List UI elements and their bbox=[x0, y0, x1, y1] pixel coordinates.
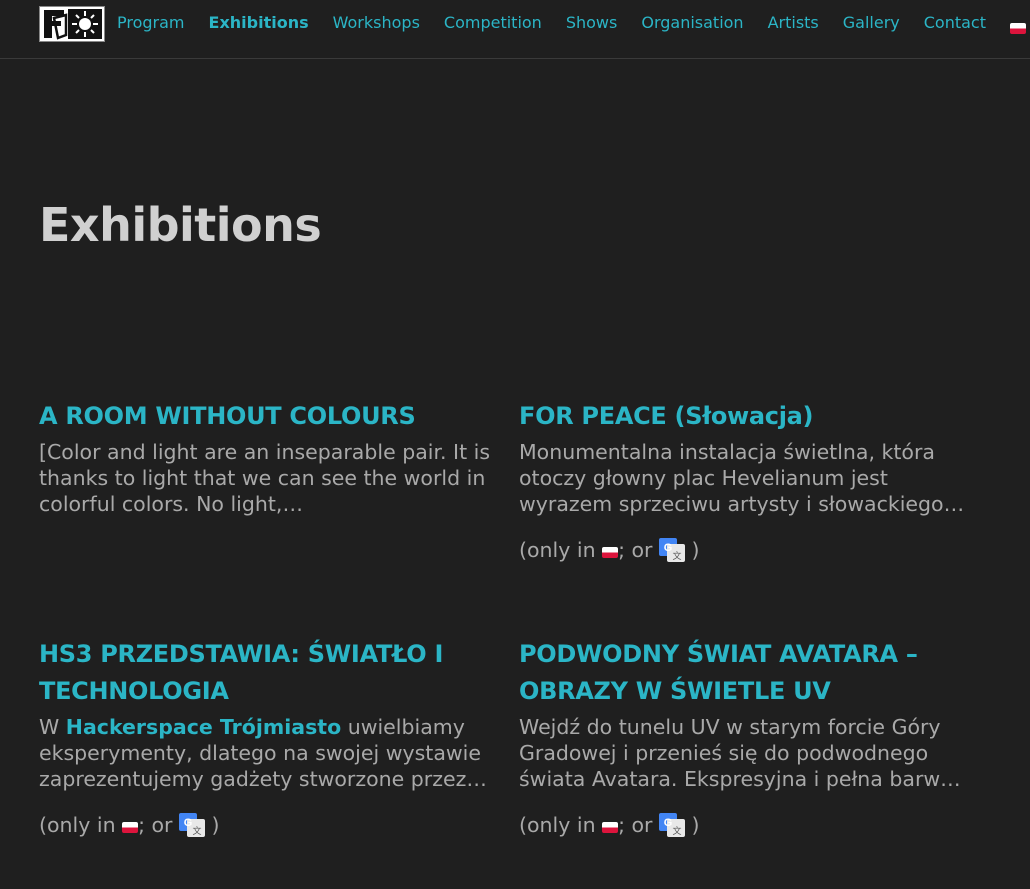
google-translate-icon[interactable]: G文 bbox=[179, 813, 206, 837]
exhibition-excerpt: Monumentalna instalacja świetlna, która … bbox=[519, 440, 965, 516]
poland-flag-icon bbox=[1010, 22, 1026, 34]
site-logo[interactable] bbox=[39, 6, 105, 42]
exhibition-title-link[interactable]: PODWODNY ŚWIAT AVATARA – OBRAZY W ŚWIETL… bbox=[519, 636, 974, 710]
svg-text:文: 文 bbox=[673, 550, 682, 561]
nav-item-competition[interactable]: Competition bbox=[444, 13, 542, 32]
google-translate-icon[interactable]: G文 bbox=[659, 538, 686, 562]
svg-text:G: G bbox=[184, 817, 193, 829]
language-note-suffix: ) bbox=[205, 813, 220, 837]
svg-text:G: G bbox=[664, 817, 673, 829]
exhibition-card: HS3 PRZEDSTAWIA: ŚWIATŁO I TECHNOLOGIA W… bbox=[39, 636, 494, 838]
language-note-middle: ; or bbox=[138, 813, 180, 837]
poland-flag-icon bbox=[122, 822, 139, 833]
google-translate-icon[interactable]: G文 bbox=[659, 813, 686, 837]
nav-item-program[interactable]: Program bbox=[117, 13, 185, 32]
site-header: Program Exhibitions Workshops Competitio… bbox=[0, 0, 1030, 59]
page-title: Exhibitions bbox=[39, 198, 322, 252]
poland-flag-icon bbox=[602, 822, 619, 833]
nav-item-gallery[interactable]: Gallery bbox=[843, 13, 900, 32]
nav-item-exhibitions[interactable]: Exhibitions bbox=[209, 13, 309, 32]
exhibition-title-link[interactable]: A ROOM WITHOUT COLOURS bbox=[39, 398, 494, 435]
exhibition-card: A ROOM WITHOUT COLOURS [Color and light … bbox=[39, 398, 494, 517]
language-note: (only in ; or G文 ) bbox=[519, 812, 974, 838]
language-note-middle: ; or bbox=[618, 538, 660, 562]
main-nav: Program Exhibitions Workshops Competitio… bbox=[117, 13, 1030, 34]
exhibition-excerpt: Wejdź do tunelu UV w starym forcie Góry … bbox=[519, 715, 961, 791]
poland-flag-icon bbox=[602, 547, 619, 558]
exhibition-title-link[interactable]: HS3 PRZEDSTAWIA: ŚWIATŁO I TECHNOLOGIA bbox=[39, 636, 494, 710]
language-note-suffix: ) bbox=[685, 538, 700, 562]
hackerspace-link[interactable]: Hackerspace Trójmiasto bbox=[66, 715, 341, 739]
svg-text:文: 文 bbox=[193, 825, 202, 836]
svg-text:G: G bbox=[664, 542, 673, 554]
nav-item-organisation[interactable]: Organisation bbox=[641, 13, 743, 32]
nav-item-shows[interactable]: Shows bbox=[566, 13, 618, 32]
exhibition-excerpt: W Hackerspace Trójmiasto uwielbiamy eksp… bbox=[39, 714, 494, 792]
exhibition-title-link[interactable]: FOR PEACE (Słowacja) bbox=[519, 398, 974, 435]
svg-text:文: 文 bbox=[673, 825, 682, 836]
language-note-middle: ; or bbox=[618, 813, 660, 837]
language-note-prefix: (only in bbox=[39, 813, 123, 837]
language-note-suffix: ) bbox=[685, 813, 700, 837]
nav-item-workshops[interactable]: Workshops bbox=[333, 13, 420, 32]
exhibition-card: PODWODNY ŚWIAT AVATARA – OBRAZY W ŚWIETL… bbox=[519, 636, 974, 838]
language-note-prefix: (only in bbox=[519, 813, 603, 837]
language-note: (only in ; or G文 ) bbox=[39, 812, 494, 838]
logo-icon bbox=[40, 7, 104, 41]
exhibition-excerpt: [Color and light are an inseparable pair… bbox=[39, 440, 491, 516]
language-note: (only in ; or G文 ) bbox=[519, 537, 974, 563]
nav-item-artists[interactable]: Artists bbox=[768, 13, 819, 32]
exhibition-card: FOR PEACE (Słowacja) Monumentalna instal… bbox=[519, 398, 974, 563]
language-note-prefix: (only in bbox=[519, 538, 603, 562]
language-switch[interactable] bbox=[1010, 18, 1026, 34]
excerpt-prefix: W bbox=[39, 715, 66, 739]
nav-item-contact[interactable]: Contact bbox=[924, 13, 986, 32]
